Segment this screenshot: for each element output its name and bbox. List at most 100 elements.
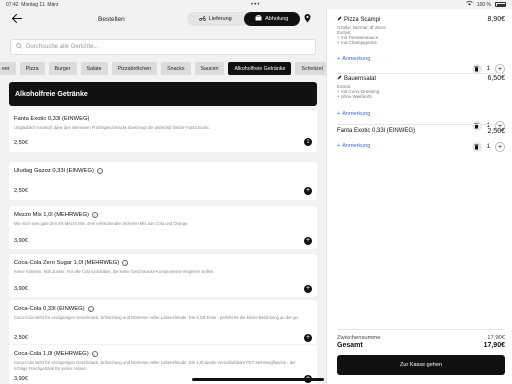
total-label: Gesamt [337, 342, 363, 349]
quantity-stepper: 1 + [471, 142, 505, 152]
category-chip[interactable]: Burger [48, 62, 77, 75]
add-to-cart-plus-icon[interactable]: + [304, 334, 312, 342]
cart-item-name-text: Bauernsalat [344, 75, 377, 82]
edit-pencil-icon[interactable] [337, 16, 342, 23]
search-field[interactable]: Durchsuche alle Gerichte... [10, 39, 316, 55]
cart-item: Bauernsalat 6,50€ Extras: + mit Curry-Dr… [337, 75, 505, 131]
cart-item: Fanta Exotic 0,33l (EINWEG) 2,50€ + Anmer… [337, 128, 505, 158]
home-indicator[interactable] [192, 378, 324, 381]
menu-panel: Bestellen Lieferung Abholung Durchsuche … [0, 9, 326, 384]
add-note-label: Anmerkung [342, 111, 371, 117]
status-time-date: 07:42 Montag 11. März [6, 2, 58, 8]
category-chip[interactable]: eer [0, 62, 16, 75]
category-chip-active[interactable]: Alkoholfreie Getränke [228, 62, 292, 75]
product-name-text: Uludag Gazoz 0,33l (EINWEG) [14, 168, 94, 174]
product-name: Fanta Exotic 0,33l (EINWEG) [14, 116, 89, 122]
add-note-link[interactable]: + Anmerkung [337, 111, 370, 117]
cart-item-name[interactable]: Bauernsalat [337, 75, 376, 82]
info-icon[interactable]: i [91, 351, 98, 357]
category-chip[interactable]: Pizza [19, 62, 45, 75]
category-chip[interactable]: Schnitzel [295, 62, 326, 75]
delivery-scooter-icon [198, 15, 206, 23]
cart-panel: Pizza Scampi 8,90€ Größe: Normal, Ø 26cm… [326, 9, 512, 384]
category-chip[interactable]: Saucen [194, 62, 225, 75]
battery-icon [495, 2, 506, 7]
add-note-link[interactable]: + Anmerkung [337, 56, 370, 62]
back-arrow-icon[interactable] [11, 13, 23, 26]
cart-item-qty: 1 [486, 66, 490, 72]
product-description: Coca-Cola steht für einzigartigen Geschm… [14, 360, 296, 371]
product-price: 3,90€ [14, 238, 28, 244]
tab-delivery[interactable]: Lieferung [187, 12, 244, 26]
trash-icon[interactable] [471, 142, 482, 152]
product-name: Coca-Cola 1,0l (MEHRWEG) i [14, 351, 98, 357]
info-icon[interactable]: i [91, 212, 98, 218]
product-card[interactable]: Coca-Cola Zero Sugar 1,0l (MEHRWEG) i Kei… [9, 254, 317, 297]
plus-icon: + [337, 56, 341, 62]
checkout-button[interactable]: Zur Kasse gehen [337, 355, 505, 375]
subtotal-row: Zwischensumme 17,90€ [337, 335, 505, 342]
product-name-text: Coca-Cola Zero Sugar 1,0l (MEHRWEG) [14, 260, 120, 266]
product-name: Mezzo Mix 1,0l (MEHRWEG) i [14, 212, 98, 218]
category-chip[interactable]: Salate [80, 62, 108, 75]
total-value: 17,90€ [483, 342, 505, 349]
increase-plus-icon[interactable]: + [495, 142, 505, 152]
divider [337, 73, 505, 74]
page-title: Bestellen [98, 16, 125, 23]
subtotal-value: 17,90€ [487, 335, 505, 341]
product-price: 2,50€ [14, 335, 28, 341]
cart-item-price: 8,90€ [487, 16, 505, 23]
search-icon [16, 43, 22, 51]
battery-percent: 100 % [476, 1, 491, 8]
info-icon[interactable]: i [87, 306, 94, 312]
search-placeholder: Durchsuche alle Gerichte... [26, 44, 99, 50]
category-bar: eer Pizza Burger Salate Pizzabrötchen Sn… [0, 62, 326, 75]
cart-item-detail: + mit Champignons [337, 40, 377, 45]
product-price: 3,90€ [14, 376, 28, 382]
status-bar: 07:42 Montag 11. März ••• 100 % [0, 0, 512, 9]
product-price: 2,50€ [14, 188, 28, 194]
cart-item-price: 2,50€ [487, 128, 505, 135]
edit-pencil-icon[interactable] [337, 75, 342, 82]
cart-item: Pizza Scampi 8,90€ Größe: Normal, Ø 26cm… [337, 16, 505, 74]
product-card[interactable]: Uludag Gazoz 0,33l (EINWEG) i 2,50€ + [9, 162, 317, 200]
cart-totals: Zwischensumme 17,90€ Gesamt 17,90€ [337, 335, 505, 351]
section-heading: Alkoholfreie Getränke [9, 82, 317, 106]
info-icon[interactable]: i [96, 168, 103, 174]
add-to-cart-plus-icon[interactable]: + [304, 285, 312, 293]
top-bar: Bestellen Lieferung Abholung [0, 9, 326, 31]
location-pin-icon[interactable] [304, 14, 311, 23]
delivery-mode-toggle: Lieferung Abholung [187, 12, 300, 26]
product-name-text: Fanta Exotic 0,33l (EINWEG) [14, 116, 90, 122]
add-note-label: Anmerkung [342, 143, 371, 149]
product-qty-badge[interactable]: 1 [304, 138, 312, 146]
tab-pickup[interactable]: Abholung [243, 12, 300, 26]
product-card[interactable]: Mezzo Mix 1,0l (MEHRWEG) i Mix mich eins … [9, 206, 317, 249]
product-description: Mix mich eins gute Zeit mit Mezzo Mix, d… [14, 221, 189, 226]
product-card[interactable]: Fanta Exotic 0,33l (EINWEG) Unglaublich … [9, 110, 317, 152]
product-description: Coca-Cola steht für einzigartigen Geschm… [14, 315, 299, 320]
cart-item-name-text: Fanta Exotic 0,33l (EINWEG) [337, 128, 416, 134]
add-to-cart-plus-icon[interactable]: + [304, 187, 312, 195]
cart-item-price: 6,50€ [487, 75, 505, 82]
category-chip[interactable]: Pizzabrötchen [111, 62, 158, 75]
add-to-cart-plus-icon[interactable]: + [304, 237, 312, 245]
add-note-link[interactable]: + Anmerkung [337, 143, 370, 149]
cart-item-qty: 1 [486, 144, 490, 150]
tab-delivery-label: Lieferung [208, 16, 232, 22]
category-chip[interactable]: Snacks [161, 62, 191, 75]
cart-item-name[interactable]: Pizza Scampi [337, 16, 380, 23]
product-name: Uludag Gazoz 0,33l (EINWEG) i [14, 168, 103, 174]
cart-item-name[interactable]: Fanta Exotic 0,33l (EINWEG) [337, 128, 415, 134]
status-time: 07:42 [6, 1, 19, 8]
product-name: Coca-Cola 0,33l (EINWEG) i [14, 306, 94, 312]
product-name-text: Coca-Cola 0,33l (EINWEG) [14, 306, 85, 312]
shop-bag-icon [255, 15, 262, 23]
info-icon[interactable]: i [122, 260, 129, 266]
product-description: Unglaublich exotisch dank des intensiven… [14, 125, 211, 130]
tab-pickup-label: Abholung [265, 16, 289, 22]
status-indicators: 100 % [466, 0, 506, 8]
multitask-dots-icon[interactable]: ••• [251, 2, 260, 8]
product-card[interactable]: Coca-Cola 0,33l (EINWEG) i Coca-Cola steh… [9, 300, 317, 344]
product-price: 2,50€ [14, 140, 28, 146]
